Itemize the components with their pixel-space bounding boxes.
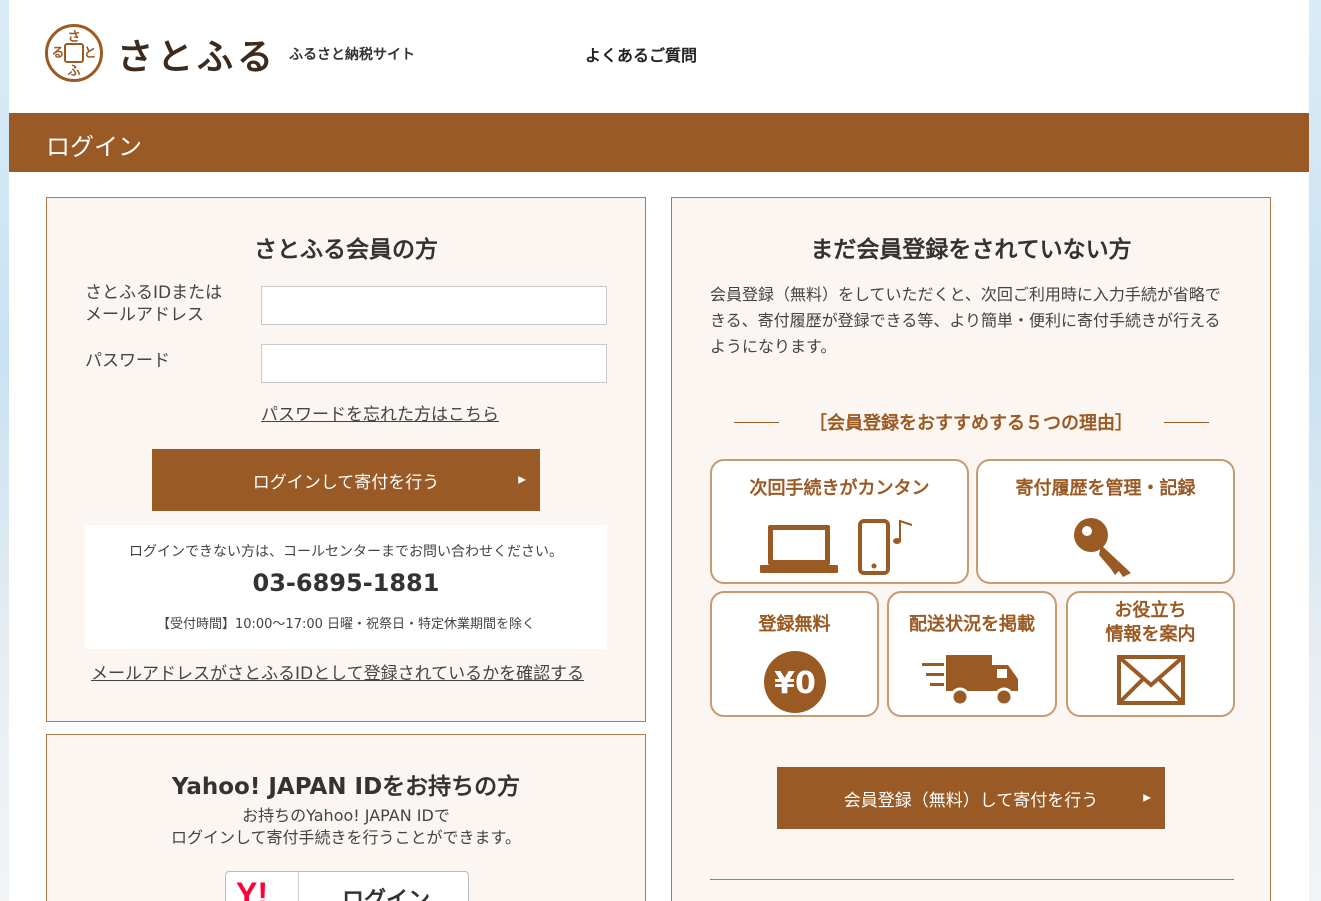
key-icon [978,515,1233,579]
logo-seal-char-fu: ふ [67,64,80,79]
reasons-divider-right [1164,422,1209,423]
logo-seal-char-ru: る [51,46,64,61]
member-login-panel: さとふる会員の方 さとふるIDまたは メールアドレス パスワード パスワードを忘… [46,197,646,722]
id-input[interactable] [261,286,607,325]
reason-card-title: お役立ち 情報を案内 [1105,600,1196,645]
site-header: さ と る ふ さとふる ふるさと納税サイト よくあるご質問 [9,0,1309,113]
check-email-link[interactable]: メールアドレスがさとふるIDとして登録されているかを確認する [91,659,584,684]
reason-card-title: 配送状況を掲載 [909,614,1035,635]
forgot-password-link[interactable]: パスワードを忘れた方はこちら [261,400,499,425]
envelope-icon [1068,655,1233,705]
yahoo-login-panel: Yahoo! JAPAN IDをお持ちの方 お持ちのYahoo! JAPAN I… [46,734,646,901]
member-heading: さとふる会員の方 [254,237,438,263]
logo-seal-icon: さ と る ふ [51,30,96,79]
id-field-label: さとふるIDまたは メールアドレス [85,283,223,325]
arrow-right-icon: ▶ [518,474,526,486]
yahoo-logo-icon: Y! [236,876,268,901]
yen-zero-icon: ¥0 [712,649,877,715]
yahoo-sub-line2: ログインして寄付手続きを行うことができます。 [171,828,521,847]
yahoo-login-button[interactable]: Y! ログイン [225,871,469,901]
call-center-note: ログインできない方は、コールセンターまでお問い合わせください。 [129,544,563,560]
logo-seal-char-sa: さ [67,30,80,45]
call-center-hours: 【受付時間】10:00〜17:00 日曜・祝祭日・特定休業期間を除く [156,617,536,632]
yahoo-sub-line1: お持ちのYahoo! JAPAN IDで [242,806,450,825]
password-field-label: パスワード [85,351,170,371]
reason-card-history: 寄付履歴を管理・記録 [976,459,1235,584]
logo-subtitle: ふるさと納税サイト [289,47,415,63]
login-button[interactable]: ログインして寄付を行う ▶ [152,449,540,511]
logo-seal-char-to: と [83,46,96,61]
yen-zero-text: ¥0 [774,666,816,701]
page-title-bar: ログイン [9,113,1309,172]
page-title: ログイン [46,133,142,161]
reason-card-title: 登録無料 [758,614,831,635]
logo-text[interactable]: さとふる [117,28,277,80]
yahoo-heading: Yahoo! JAPAN IDをお持ちの方 [171,774,521,800]
yahoo-login-label: ログイン [342,887,431,901]
truck-icon [889,653,1055,709]
reason-card-info: お役立ち 情報を案内 [1066,591,1235,717]
password-input[interactable] [261,344,607,383]
register-divider [710,879,1234,880]
register-description: 会員登録（無料）をしていただくと、次回ご利用時に入力手続が省略できる、寄付履歴が… [710,285,1221,356]
reason-card-shipping: 配送状況を掲載 [887,591,1057,717]
logo-mark-icon[interactable]: さ と る ふ [45,24,103,82]
page: さ と る ふ さとふる ふるさと納税サイト よくあるご質問 ログイン さとふる… [9,0,1309,901]
arrow-right-icon: ▶ [1143,792,1151,804]
register-panel: まだ会員登録をされていない方 会員登録（無料）をしていただくと、次回ご利用時に入… [671,197,1271,901]
reason-card-title: 寄付履歴を管理・記録 [1015,478,1196,499]
reason-card-title: 次回手続きがカンタン [749,478,930,499]
register-heading: まだ会員登録をされていない方 [810,237,1132,263]
call-center-phone: 03-6895-1881 [252,569,440,597]
call-center-box: ログインできない方は、コールセンターまでお問い合わせください。 03-6895-… [85,525,607,649]
reason-card-easy: 次回手続きがカンタン [710,459,969,584]
reason-card-free: 登録無料 ¥0 [710,591,879,717]
login-button-label: ログインして寄付を行う [252,472,440,492]
nav-faq-link[interactable]: よくあるご質問 [585,42,697,66]
register-button[interactable]: 会員登録（無料）して寄付を行う ▶ [777,767,1165,829]
yahoo-button-divider [298,872,299,901]
register-button-label: 会員登録（無料）して寄付を行う [843,790,1099,810]
laptop-phone-icon [712,519,967,577]
